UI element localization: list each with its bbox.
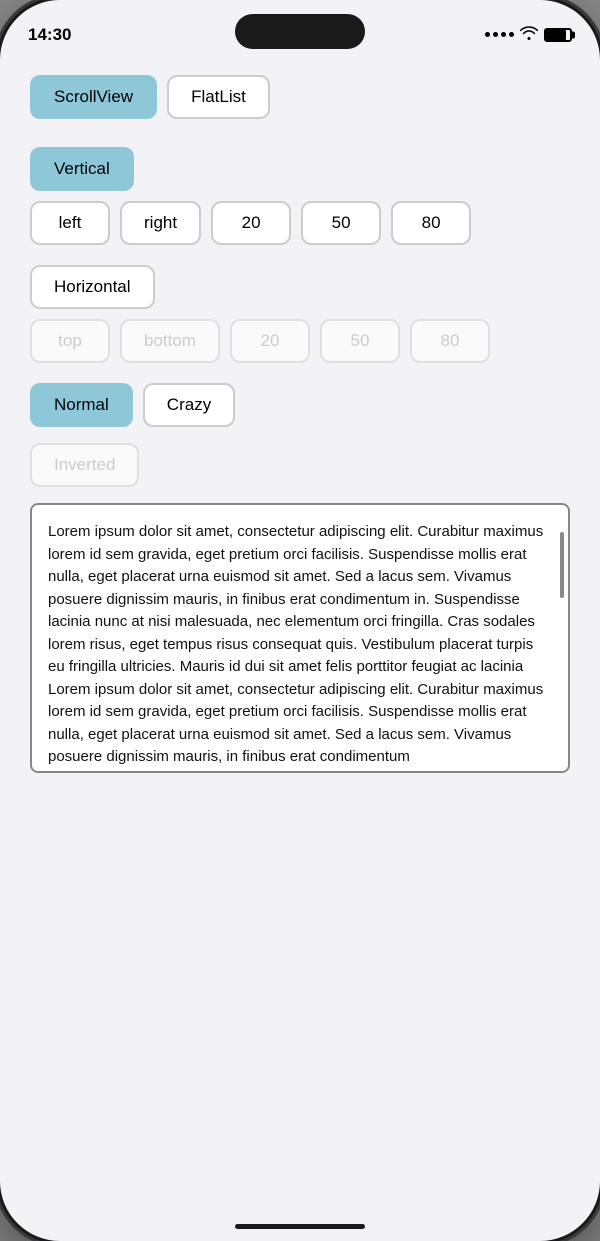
inverted-button: Inverted (30, 443, 139, 487)
vertical-section: Vertical left right 20 50 80 (30, 147, 570, 245)
vertical-button[interactable]: Vertical (30, 147, 134, 191)
inverted-row: Inverted (30, 443, 570, 487)
horizontal-section: Horizontal top bottom 20 50 80 (30, 265, 570, 363)
home-indicator (235, 1224, 365, 1229)
v20-button[interactable]: 20 (211, 201, 291, 245)
screen-content: ScrollView FlatList Vertical left right … (0, 55, 600, 1201)
flatlist-button[interactable]: FlatList (167, 75, 270, 119)
left-button[interactable]: left (30, 201, 110, 245)
phone-frame: 14:30 ScrollView Fl (0, 0, 600, 1241)
status-time: 14:30 (28, 25, 71, 45)
signal-icon (485, 32, 514, 37)
horizontal-button[interactable]: Horizontal (30, 265, 155, 309)
scrollview-button[interactable]: ScrollView (30, 75, 157, 119)
dynamic-island (235, 14, 365, 49)
bottom-button: bottom (120, 319, 220, 363)
lorem-ipsum-text: Lorem ipsum dolor sit amet, consectetur … (48, 521, 552, 769)
view-type-row: ScrollView FlatList (30, 75, 570, 119)
horizontal-options-row: top bottom 20 50 80 (30, 319, 570, 363)
v50-button[interactable]: 50 (301, 201, 381, 245)
vertical-options-row: left right 20 50 80 (30, 201, 570, 245)
text-content-box[interactable]: Lorem ipsum dolor sit amet, consectetur … (30, 503, 570, 773)
h80-button: 80 (410, 319, 490, 363)
wifi-icon (520, 26, 538, 43)
normal-crazy-row: Normal Crazy (30, 383, 570, 427)
right-button[interactable]: right (120, 201, 201, 245)
crazy-button[interactable]: Crazy (143, 383, 235, 427)
h20-button: 20 (230, 319, 310, 363)
normal-button[interactable]: Normal (30, 383, 133, 427)
battery-icon (544, 28, 572, 42)
h50-button: 50 (320, 319, 400, 363)
top-button: top (30, 319, 110, 363)
status-icons (485, 26, 572, 43)
v80-button[interactable]: 80 (391, 201, 471, 245)
